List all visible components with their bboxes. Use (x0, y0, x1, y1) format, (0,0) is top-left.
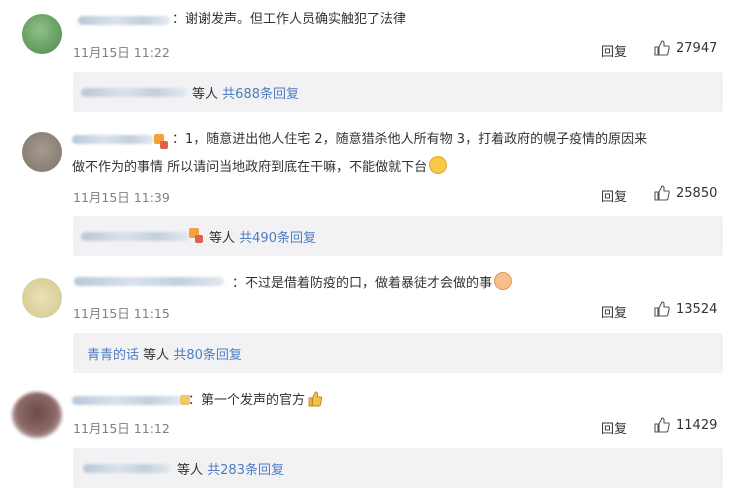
username-blurred[interactable] (74, 277, 224, 286)
reply-suffix: 等人 (209, 231, 236, 246)
reply-button[interactable]: 回复 (601, 302, 627, 321)
reply-preview[interactable]: 等人 共490条回复 (73, 216, 723, 256)
reply-preview[interactable]: 等人 共283条回复 (73, 448, 723, 488)
comment-time: 11月15日 11:39 (73, 190, 170, 205)
reply-preview[interactable]: 等人 共688条回复 (73, 72, 723, 112)
comment-text: ：第一个发声的官方 (188, 389, 323, 416)
like-button[interactable]: 13524 (654, 301, 717, 317)
avatar[interactable] (22, 278, 62, 318)
comment-text-line1: ：1，随意进出他人住宅 2，随意猎杀他人所有物 3，打着政府的幌子疫情的原因来 (172, 132, 648, 147)
reply-button[interactable]: 回复 (601, 186, 627, 205)
view-replies-link[interactable]: 共490条回复 (239, 231, 316, 246)
like-button[interactable]: 11429 (654, 417, 717, 433)
username-blurred[interactable] (72, 396, 182, 405)
comment-time: 11月15日 11:22 (73, 45, 170, 60)
like-count: 11429 (676, 417, 718, 433)
comment-text: ：谢谢发声。但工作人员确实触犯了法律 (172, 12, 407, 27)
comment-time: 11月15日 11:12 (73, 421, 170, 436)
like-count: 13524 (676, 301, 718, 317)
username-blurred[interactable] (72, 135, 154, 144)
view-replies-link[interactable]: 共283条回复 (207, 463, 284, 478)
thumbs-up-icon (654, 417, 670, 433)
like-button[interactable]: 25850 (654, 185, 717, 201)
thumbs-up-emoji-icon (307, 391, 323, 416)
reply-button[interactable]: 回复 (601, 418, 627, 437)
reply-user-blurred (83, 464, 171, 473)
thumbs-up-icon (654, 185, 670, 201)
reply-suffix: 等人 (192, 87, 219, 102)
reply-preview[interactable]: 青青的话 等人 共80条回复 (73, 333, 723, 373)
comment-text-line2: 做不作为的事情 所以请问当地政府到底在干嘛，不能做就下台 (72, 156, 448, 180)
like-count: 25850 (676, 185, 718, 201)
reply-suffix: 等人 (143, 348, 170, 363)
reply-suffix: 等人 (177, 463, 204, 478)
grin-emoji-icon (429, 156, 448, 174)
avatar[interactable] (22, 14, 62, 54)
view-replies-link[interactable]: 共688条回复 (222, 87, 299, 102)
blush-emoji-icon (494, 272, 513, 290)
reply-button[interactable]: 回复 (601, 41, 627, 60)
comment-text: ：不过是借着防疫的口，做着暴徒才会做的事 (232, 272, 513, 296)
reply-user-blurred (81, 232, 189, 241)
avatar[interactable] (12, 392, 62, 438)
view-replies-link[interactable]: 共80条回复 (173, 348, 242, 363)
vip-badge-icon (160, 141, 168, 149)
comment-time: 11月15日 11:15 (73, 306, 170, 321)
username-blurred[interactable] (78, 16, 170, 25)
thumbs-up-icon (654, 40, 670, 56)
like-count: 27947 (676, 40, 718, 56)
avatar[interactable] (22, 132, 62, 172)
reply-user-link[interactable]: 青青的话 (87, 348, 139, 363)
thumbs-up-icon (654, 301, 670, 317)
like-button[interactable]: 27947 (654, 40, 717, 56)
reply-user-blurred (81, 88, 187, 97)
vip-badge-icon (195, 235, 203, 243)
